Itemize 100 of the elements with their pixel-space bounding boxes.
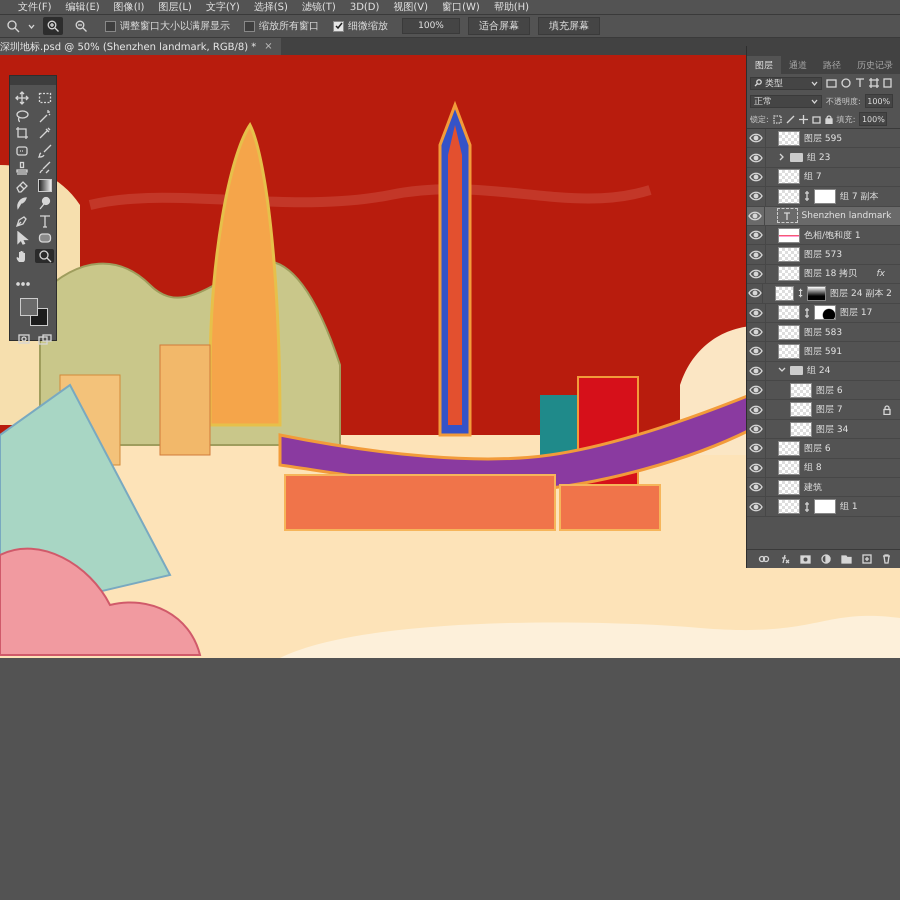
lock-label: 锁定:	[750, 114, 769, 124]
lock-icon	[883, 404, 891, 415]
layer-row[interactable]: 图层 573	[747, 245, 900, 265]
zoom-in-icon	[47, 20, 59, 32]
layer-row[interactable]: 图层 24 副本 2	[747, 284, 900, 304]
layer-name: 组 23	[807, 152, 832, 164]
layer-thumbnail	[790, 422, 812, 437]
layer-name: 组 1	[840, 500, 859, 514]
brush-icon	[786, 114, 795, 124]
menu-item[interactable]: 文件(F)	[18, 0, 52, 14]
layer-row[interactable]: 图层 34	[747, 420, 900, 440]
link-icon	[804, 190, 810, 202]
patch-tool-icon	[14, 144, 28, 158]
menu-item[interactable]: 图层(L)	[158, 0, 192, 14]
layer-row[interactable]: 图层 6	[747, 381, 900, 400]
checkmark-icon	[334, 22, 342, 30]
panel-tab[interactable]: 通道	[781, 56, 815, 74]
layer-row[interactable]: 图层 583	[747, 322, 900, 342]
menu-item[interactable]: 视图(V)	[393, 0, 428, 14]
layer-row[interactable]: Shenzhen landmark	[747, 206, 900, 226]
checkbox[interactable]	[105, 20, 116, 32]
menu-item[interactable]: 滤镜(T)	[302, 0, 336, 14]
zoom-in-button[interactable]	[43, 17, 63, 35]
opacity-field[interactable]: 100%	[864, 94, 893, 108]
checkbox-label: 调整窗口大小以满屏显示	[120, 20, 230, 33]
adjustment-icon	[820, 554, 830, 564]
brush-icon	[38, 144, 52, 158]
layer-row[interactable]: 组 7 副本	[747, 187, 900, 207]
layer-thumbnail	[774, 286, 794, 301]
effects-badge[interactable]: fx	[876, 268, 891, 279]
chevron-down-icon	[778, 366, 786, 374]
layer-name: 图层 18 拷贝	[804, 268, 858, 280]
eye-icon	[749, 424, 763, 434]
filter-value: 类型	[765, 78, 783, 90]
tool-button[interactable]	[35, 248, 54, 262]
eye-icon	[749, 502, 763, 512]
layer-row[interactable]: 图层 595	[747, 129, 900, 148]
menu-item[interactable]: 窗口(W)	[442, 0, 480, 14]
layer-thumbnail	[778, 344, 800, 359]
blend-mode-dropdown[interactable]: 正常	[750, 94, 822, 108]
eye-icon	[748, 210, 762, 221]
layer-row[interactable]: 图层 591	[747, 342, 900, 362]
caret-icon	[811, 80, 818, 86]
layer-row[interactable]: 组 7	[747, 168, 900, 188]
mask-icon	[800, 554, 810, 564]
checkbox[interactable]	[333, 20, 344, 32]
lock-pixels-icon	[772, 114, 782, 124]
panel-tab[interactable]: 路径	[815, 56, 849, 74]
checkbox[interactable]	[244, 20, 255, 32]
layer-thumbnail	[778, 188, 800, 204]
layer-name: 图层 583	[804, 326, 844, 339]
smudge-tool-icon	[14, 196, 28, 210]
tool-button[interactable]	[35, 178, 54, 192]
menu-item[interactable]: 选择(S)	[254, 0, 288, 14]
menu-item[interactable]: 帮助(H)	[494, 0, 530, 14]
menu-item[interactable]: 3D(D)	[350, 2, 380, 12]
foreground-color-swatch[interactable]	[20, 298, 38, 316]
layer-thumbnail	[778, 440, 800, 456]
effects-icon	[780, 554, 790, 564]
layer-row[interactable]: 组 24	[747, 362, 900, 382]
mask-thumbnail	[814, 305, 836, 320]
layer-row[interactable]: 色相/饱和度 1	[747, 226, 900, 246]
shape-filter-icon	[869, 78, 879, 88]
screen-fit-button[interactable]: 填充屏幕	[538, 17, 600, 35]
document-tab[interactable]: 深圳地标.psd @ 50% (Shenzhen landmark, RGB/8) * ×	[0, 38, 281, 55]
layer-thumbnail	[790, 382, 812, 398]
folder-icon	[790, 366, 803, 376]
layer-row[interactable]: 图层 7	[747, 400, 900, 420]
chevron-right-icon	[778, 152, 786, 161]
move-icon	[798, 114, 808, 124]
type-filter-icon	[855, 78, 865, 88]
menu-item[interactable]: 图像(I)	[114, 0, 144, 14]
folder-icon	[840, 554, 852, 564]
fill-field[interactable]: 100%	[859, 112, 888, 126]
layer-row[interactable]: 图层 17	[747, 304, 900, 323]
history-brush-icon	[38, 161, 52, 175]
layer-row[interactable]: 组 23	[747, 148, 900, 168]
menu-item[interactable]: 编辑(E)	[66, 0, 100, 14]
close-button[interactable]: ×	[264, 41, 273, 52]
zoom-field[interactable]: 100%	[402, 18, 460, 34]
layer-row[interactable]: 建筑	[747, 478, 900, 498]
layer-row[interactable]: 组 1	[747, 497, 900, 517]
mask-thumbnail	[814, 499, 836, 514]
layer-thumbnail	[778, 480, 800, 495]
filter-dropdown[interactable]: 类型	[750, 76, 822, 90]
eye-icon	[749, 268, 763, 279]
magic-wand-icon	[38, 108, 52, 122]
caret-icon	[811, 98, 818, 104]
tool-button[interactable]	[35, 144, 54, 158]
screen-fit-button[interactable]: 适合屏幕	[468, 17, 530, 35]
expand-caret[interactable]	[778, 152, 786, 163]
panel-tab[interactable]: 历史记录	[849, 56, 900, 74]
menu-item[interactable]: 文字(Y)	[206, 0, 240, 14]
layer-row[interactable]: 图层 6	[747, 439, 900, 459]
layer-thumbnail	[778, 460, 800, 476]
layer-row[interactable]: 图层 18 拷贝 fx	[747, 264, 900, 284]
layer-name: 图层 6	[816, 384, 844, 397]
eye-icon	[749, 482, 763, 492]
layer-row[interactable]: 组 8	[747, 458, 900, 478]
panel-tab[interactable]: 图层	[747, 56, 781, 74]
